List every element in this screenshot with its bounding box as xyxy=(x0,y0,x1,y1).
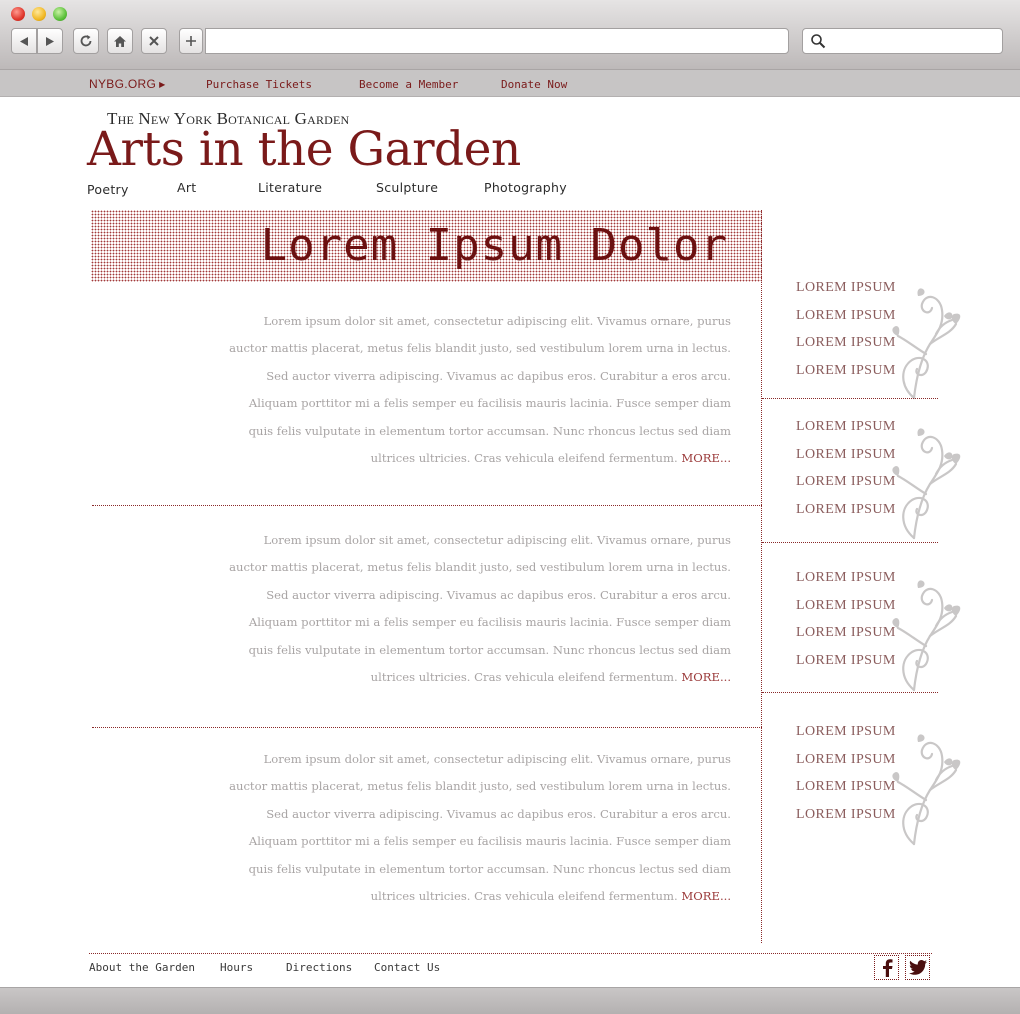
close-icon xyxy=(149,36,159,46)
footer-directions-link[interactable]: Directions xyxy=(286,961,352,974)
sidebar-group: LOREM IPSUM LOREM IPSUM LOREM IPSUM LORE… xyxy=(762,722,962,846)
sidebar-link[interactable]: LOREM IPSUM xyxy=(796,308,896,324)
become-member-link[interactable]: Become a Member xyxy=(359,78,458,91)
sidebar-link[interactable]: LOREM IPSUM xyxy=(796,280,896,296)
back-arrow-icon xyxy=(20,36,28,46)
zoom-window-button[interactable] xyxy=(53,7,67,21)
sidebar-link[interactable]: LOREM IPSUM xyxy=(796,779,896,795)
stop-button[interactable] xyxy=(141,28,167,54)
article-excerpt: Lorem ipsum dolor sit amet, consectetur … xyxy=(228,308,731,472)
footer-hours-link[interactable]: Hours xyxy=(220,961,253,974)
site-title[interactable]: Arts in the Garden xyxy=(87,122,521,177)
utility-nav: NYBG.ORG ▶ Purchase Tickets Become a Memb… xyxy=(0,70,1020,97)
sidebar-link[interactable]: LOREM IPSUM xyxy=(796,419,896,435)
donate-link[interactable]: Donate Now xyxy=(501,78,567,91)
home-icon xyxy=(114,35,126,47)
close-window-button[interactable] xyxy=(11,7,25,21)
back-button[interactable] xyxy=(11,28,37,54)
sidebar-link[interactable]: LOREM IPSUM xyxy=(796,752,896,768)
nav-poetry[interactable]: Poetry xyxy=(87,182,129,197)
flourish-ornament-icon xyxy=(892,580,961,692)
sidebar-link[interactable]: LOREM IPSUM xyxy=(796,363,896,379)
sidebar-link[interactable]: LOREM IPSUM xyxy=(796,447,896,463)
forward-button[interactable] xyxy=(37,28,63,54)
browser-toolbar xyxy=(0,0,1020,70)
sidebar-link[interactable]: LOREM IPSUM xyxy=(796,335,896,351)
flourish-ornament-icon xyxy=(892,734,961,846)
more-link[interactable]: MORE... xyxy=(681,451,731,465)
sidebar-link[interactable]: LOREM IPSUM xyxy=(796,474,896,490)
article-excerpt: Lorem ipsum dolor sit amet, consectetur … xyxy=(228,746,731,910)
nav-literature[interactable]: Literature xyxy=(258,180,322,195)
sidebar-link[interactable]: LOREM IPSUM xyxy=(796,502,896,518)
article-excerpt: Lorem ipsum dolor sit amet, consectetur … xyxy=(228,527,731,691)
reload-icon xyxy=(80,35,92,47)
nybg-link[interactable]: NYBG.ORG ▶ xyxy=(89,77,166,91)
search-icon xyxy=(811,34,826,49)
twitter-button[interactable] xyxy=(905,955,930,980)
minimize-window-button[interactable] xyxy=(32,7,46,21)
reload-button[interactable] xyxy=(73,28,99,54)
caret-right-icon: ▶ xyxy=(159,80,166,89)
article-body: Lorem ipsum dolor sit amet, consectetur … xyxy=(229,533,731,685)
nav-art[interactable]: Art xyxy=(177,180,197,195)
facebook-button[interactable] xyxy=(874,955,899,980)
more-link[interactable]: MORE... xyxy=(681,889,731,903)
sidebar-link[interactable]: LOREM IPSUM xyxy=(796,807,896,823)
sidebar-link[interactable]: LOREM IPSUM xyxy=(796,625,896,641)
footer-divider xyxy=(89,953,932,954)
address-bar[interactable] xyxy=(205,28,789,54)
more-link[interactable]: MORE... xyxy=(681,670,731,684)
sidebar-group: LOREM IPSUM LOREM IPSUM LOREM IPSUM LORE… xyxy=(762,416,962,544)
article-divider xyxy=(92,505,762,506)
twitter-icon xyxy=(908,960,927,975)
new-tab-button[interactable] xyxy=(179,28,203,54)
purchase-tickets-link[interactable]: Purchase Tickets xyxy=(206,78,312,91)
hero-banner: Lorem Ipsum Dolor xyxy=(91,210,762,282)
nybg-label: NYBG.ORG xyxy=(89,77,157,91)
plus-icon xyxy=(186,36,196,46)
footer-contact-link[interactable]: Contact Us xyxy=(374,961,440,974)
sidebar-link[interactable]: LOREM IPSUM xyxy=(796,570,896,586)
forward-arrow-icon xyxy=(46,36,54,46)
article-body: Lorem ipsum dolor sit amet, consectetur … xyxy=(229,752,731,904)
hero-title: Lorem Ipsum Dolor xyxy=(260,220,728,271)
sidebar-divider xyxy=(762,692,938,693)
nav-sculpture[interactable]: Sculpture xyxy=(376,180,438,195)
sidebar-group: LOREM IPSUM LOREM IPSUM LOREM IPSUM LORE… xyxy=(762,276,962,400)
search-field[interactable] xyxy=(802,28,1003,54)
flourish-ornament-icon xyxy=(892,428,961,540)
home-button[interactable] xyxy=(107,28,133,54)
sidebar-group: LOREM IPSUM LOREM IPSUM LOREM IPSUM LORE… xyxy=(762,568,962,694)
flourish-ornament-icon xyxy=(892,288,961,400)
sidebar-link[interactable]: LOREM IPSUM xyxy=(796,598,896,614)
facebook-icon xyxy=(882,958,892,977)
article-body: Lorem ipsum dolor sit amet, consectetur … xyxy=(229,314,731,466)
article-divider xyxy=(92,727,762,728)
sidebar-divider xyxy=(762,542,938,543)
sidebar-link[interactable]: LOREM IPSUM xyxy=(796,724,896,740)
footer-about-link[interactable]: About the Garden xyxy=(89,961,195,974)
nav-photography[interactable]: Photography xyxy=(484,180,567,195)
sidebar-divider xyxy=(762,398,938,399)
browser-status-bar xyxy=(0,987,1020,1014)
sidebar-link[interactable]: LOREM IPSUM xyxy=(796,653,896,669)
